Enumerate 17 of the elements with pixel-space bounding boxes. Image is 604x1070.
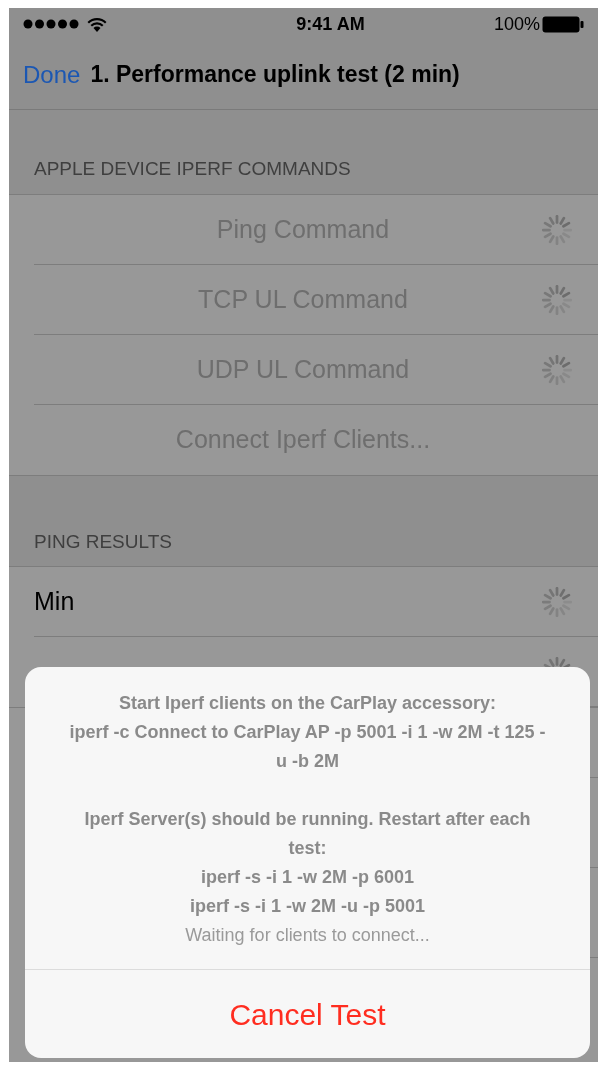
battery-percent: 100% <box>493 12 540 36</box>
alert-message: iperf -s -i 1 -w 2M -p 6001 <box>200 866 415 889</box>
battery-icon <box>542 15 584 33</box>
alert-message: iperf -s -i 1 -w 2M -u -p 5001 <box>189 895 425 918</box>
result-label: Min <box>34 586 75 618</box>
signal-icon <box>23 19 81 29</box>
alert-message: Start Iperf clients on the CarPlay accessory: <box>118 692 497 715</box>
section-header: APPLE DEVICE IPERF COMMANDS <box>34 158 351 179</box>
alert-status: Waiting for clients to connect... <box>185 924 430 947</box>
alert-message: iperf -c Connect to CarPlay AP -p 5001 -i 1 -w 2M -t 125 -u -b 2M <box>68 721 547 773</box>
alert-message: Iperf Server(s) should be running. Restart after each test: <box>83 808 532 860</box>
wifi-icon <box>87 16 107 32</box>
section-header: PING RESULTS <box>34 530 172 552</box>
cancel-test-button[interactable]: Cancel Test <box>25 970 590 1058</box>
status-time: 9:41 AM <box>296 12 365 36</box>
done-button[interactable]: Done <box>23 56 81 93</box>
nav-title: 1. Performance uplink test (2 min) <box>90 60 460 90</box>
